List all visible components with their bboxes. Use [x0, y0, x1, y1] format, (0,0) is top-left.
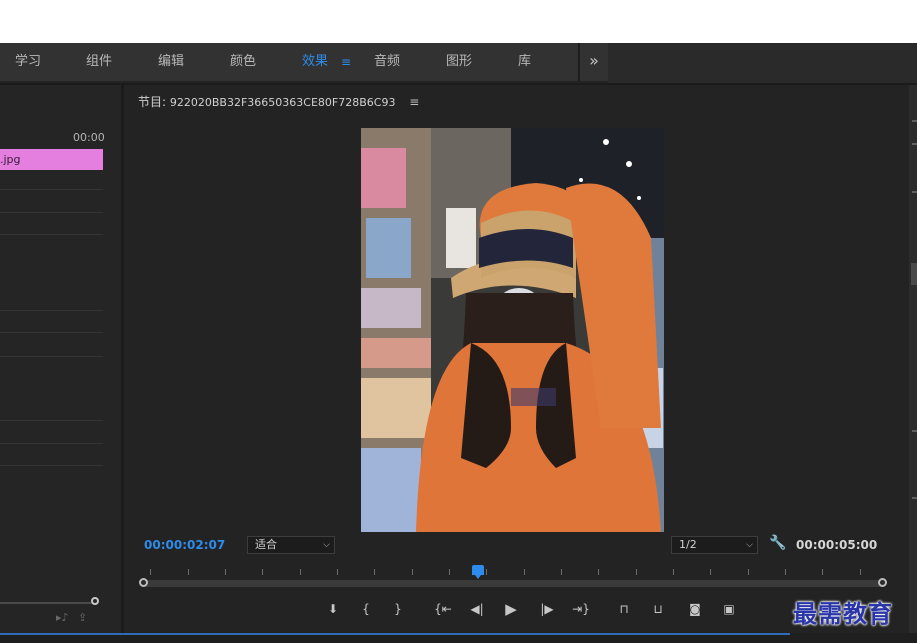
ruler-tick [748, 569, 749, 575]
music-note-icon[interactable]: ▸♪ [56, 611, 69, 624]
right-scroll-panel [909, 85, 917, 633]
sequence-name: 922020BB32F36650363CE80F728B6C93 [169, 96, 396, 109]
playhead[interactable] [472, 565, 484, 579]
go-to-in-icon[interactable]: {⇤ [432, 599, 454, 619]
program-monitor: 节目: 922020BB32F36650363CE80F728B6C93 ≡ 0… [124, 85, 909, 633]
step-forward-icon[interactable]: |▶ [536, 599, 558, 619]
ruler-tick [673, 569, 674, 575]
workspace-bar-fill [608, 43, 917, 83]
tab-libraries[interactable]: 库 [518, 43, 531, 81]
step-back-icon[interactable]: ◀| [466, 599, 488, 619]
ruler-tick [262, 569, 263, 575]
active-panel-highlight [0, 633, 790, 635]
ruler-tick [412, 569, 413, 575]
ruler-tick [561, 569, 562, 575]
scroll-handle[interactable] [91, 597, 99, 605]
workspace-bar: 学习 组件 编辑 颜色 效果 ≡ 音频 图形 库 » [0, 43, 917, 83]
panel-timecode: 00:00 [73, 131, 105, 144]
tab-graphics[interactable]: 图形 [446, 43, 472, 81]
resolution-select[interactable]: 1/2 ⌵ [671, 536, 758, 554]
panel-mark [912, 191, 917, 193]
hamburger-icon[interactable]: ≡ [341, 43, 351, 81]
monitor-title: 节目: [138, 95, 167, 109]
track-line [0, 420, 103, 421]
video-frame-image [361, 128, 664, 532]
resolution-value: 1/2 [679, 538, 697, 551]
tab-color[interactable]: 颜色 [230, 43, 256, 81]
ruler-tick [486, 569, 487, 575]
panel-footer-icons: ▸♪ ⇪ [56, 611, 87, 624]
ruler-tick [822, 569, 823, 575]
panel-mark [912, 430, 917, 432]
tab-effects[interactable]: 效果 [302, 43, 328, 81]
hamburger-icon[interactable]: ≡ [409, 95, 419, 109]
ruler-tick [710, 569, 711, 575]
ruler-tick [860, 569, 861, 575]
camera-icon[interactable]: ◙ [684, 599, 706, 619]
ruler-tick [300, 569, 301, 575]
scrub-bar[interactable] [143, 580, 883, 587]
track-line [0, 310, 103, 311]
ruler-tick [374, 569, 375, 575]
export-icon[interactable]: ⇪ [78, 611, 87, 624]
zoom-handle-right[interactable] [878, 578, 887, 587]
tab-audio[interactable]: 音频 [374, 43, 400, 81]
video-frame[interactable] [361, 128, 664, 532]
ruler-tick [524, 569, 525, 575]
go-to-out-icon[interactable]: ⇥} [570, 599, 592, 619]
ruler-tick [785, 569, 786, 575]
tab-learning[interactable]: 学习 [15, 43, 41, 81]
extract-icon[interactable]: ⊔ [647, 599, 669, 619]
compare-view-icon[interactable]: ▣ [718, 599, 740, 619]
track-line [0, 189, 103, 190]
track-line [0, 465, 103, 466]
ruler-tick [449, 569, 450, 575]
mark-out-icon[interactable]: } [387, 599, 409, 619]
panel-scrollbar[interactable] [0, 602, 98, 604]
track-line [0, 332, 103, 333]
track-line [0, 212, 103, 213]
track-line [0, 356, 103, 357]
workspace-tabs: 学习 组件 编辑 颜色 效果 ≡ 音频 图形 库 [0, 43, 578, 81]
total-duration: 00:00:05:00 [796, 538, 878, 552]
wrench-icon[interactable]: 🔧 [769, 535, 786, 551]
ruler-tick [636, 569, 637, 575]
ruler-tick [598, 569, 599, 575]
track-line [0, 234, 103, 235]
transport-controls: ⬇ { } {⇤ ◀| ▶ |▶ ⇥} ⊓ ⊔ ◙ ▣ [322, 599, 762, 621]
panel-mark [912, 120, 917, 122]
ruler-tick [337, 569, 338, 575]
zoom-handle-left[interactable] [139, 578, 148, 587]
ruler-tick [225, 569, 226, 575]
clip-label: 3.jpg [0, 153, 21, 166]
mark-in-icon[interactable]: { [355, 599, 377, 619]
overflow-button[interactable]: » [580, 43, 608, 81]
watermark-text: 最需教育 [793, 599, 893, 628]
ruler-tick [188, 569, 189, 575]
lift-icon[interactable]: ⊓ [613, 599, 635, 619]
time-ruler[interactable] [138, 563, 887, 587]
tab-assembly[interactable]: 组件 [86, 43, 112, 81]
zoom-value: 适合 [255, 538, 277, 551]
monitor-header: 节目: 922020BB32F36650363CE80F728B6C93 ≡ [138, 93, 419, 110]
chevron-down-icon: ⌵ [746, 540, 753, 550]
current-timecode[interactable]: 00:00:02:07 [144, 538, 225, 552]
chevron-down-icon: ⌵ [323, 540, 330, 550]
timeline-clip[interactable]: 3.jpg [0, 149, 103, 170]
tab-editing[interactable]: 编辑 [158, 43, 184, 81]
panel-scrollbar[interactable] [911, 263, 917, 285]
panel-mark [912, 143, 917, 145]
add-marker-icon[interactable]: ⬇ [322, 599, 344, 619]
zoom-select[interactable]: 适合 ⌵ [247, 536, 335, 554]
title-area [0, 0, 917, 43]
ruler-tick [150, 569, 151, 575]
play-icon[interactable]: ▶ [500, 599, 522, 619]
panel-mark [912, 497, 917, 499]
track-line [0, 443, 103, 444]
source-panel: 00:00 3.jpg ▸♪ ⇪ [0, 85, 121, 633]
